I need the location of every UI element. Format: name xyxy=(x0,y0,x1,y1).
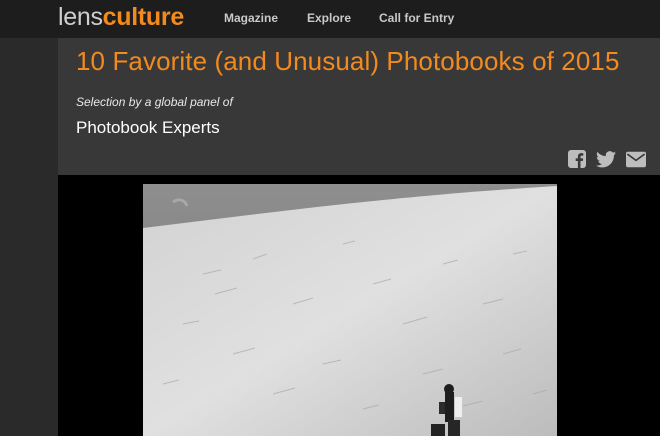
sand-dune-photo xyxy=(143,184,557,436)
left-rail xyxy=(0,38,58,436)
logo-text-lens: lens xyxy=(58,3,103,31)
twitter-icon xyxy=(596,150,616,167)
article-subtitle: Selection by a global panel of xyxy=(76,95,233,109)
article-experts-label: Photobook Experts xyxy=(76,118,220,137)
logo-text-culture: culture xyxy=(102,3,185,31)
nav-explore[interactable]: Explore xyxy=(307,11,351,25)
article-title: 10 Favorite (and Unusual) Photobooks of … xyxy=(76,46,620,76)
facebook-icon xyxy=(568,150,586,168)
twitter-share-button[interactable] xyxy=(596,150,616,168)
email-share-button[interactable] xyxy=(626,150,646,168)
mail-icon xyxy=(626,151,646,167)
lensculture-logo[interactable]: lensculture xyxy=(58,2,184,32)
nav-magazine[interactable]: Magazine xyxy=(224,11,278,25)
nav-call-for-entry[interactable]: Call for Entry xyxy=(379,11,454,25)
featured-photo[interactable] xyxy=(143,184,557,436)
facebook-share-button[interactable] xyxy=(567,150,587,168)
